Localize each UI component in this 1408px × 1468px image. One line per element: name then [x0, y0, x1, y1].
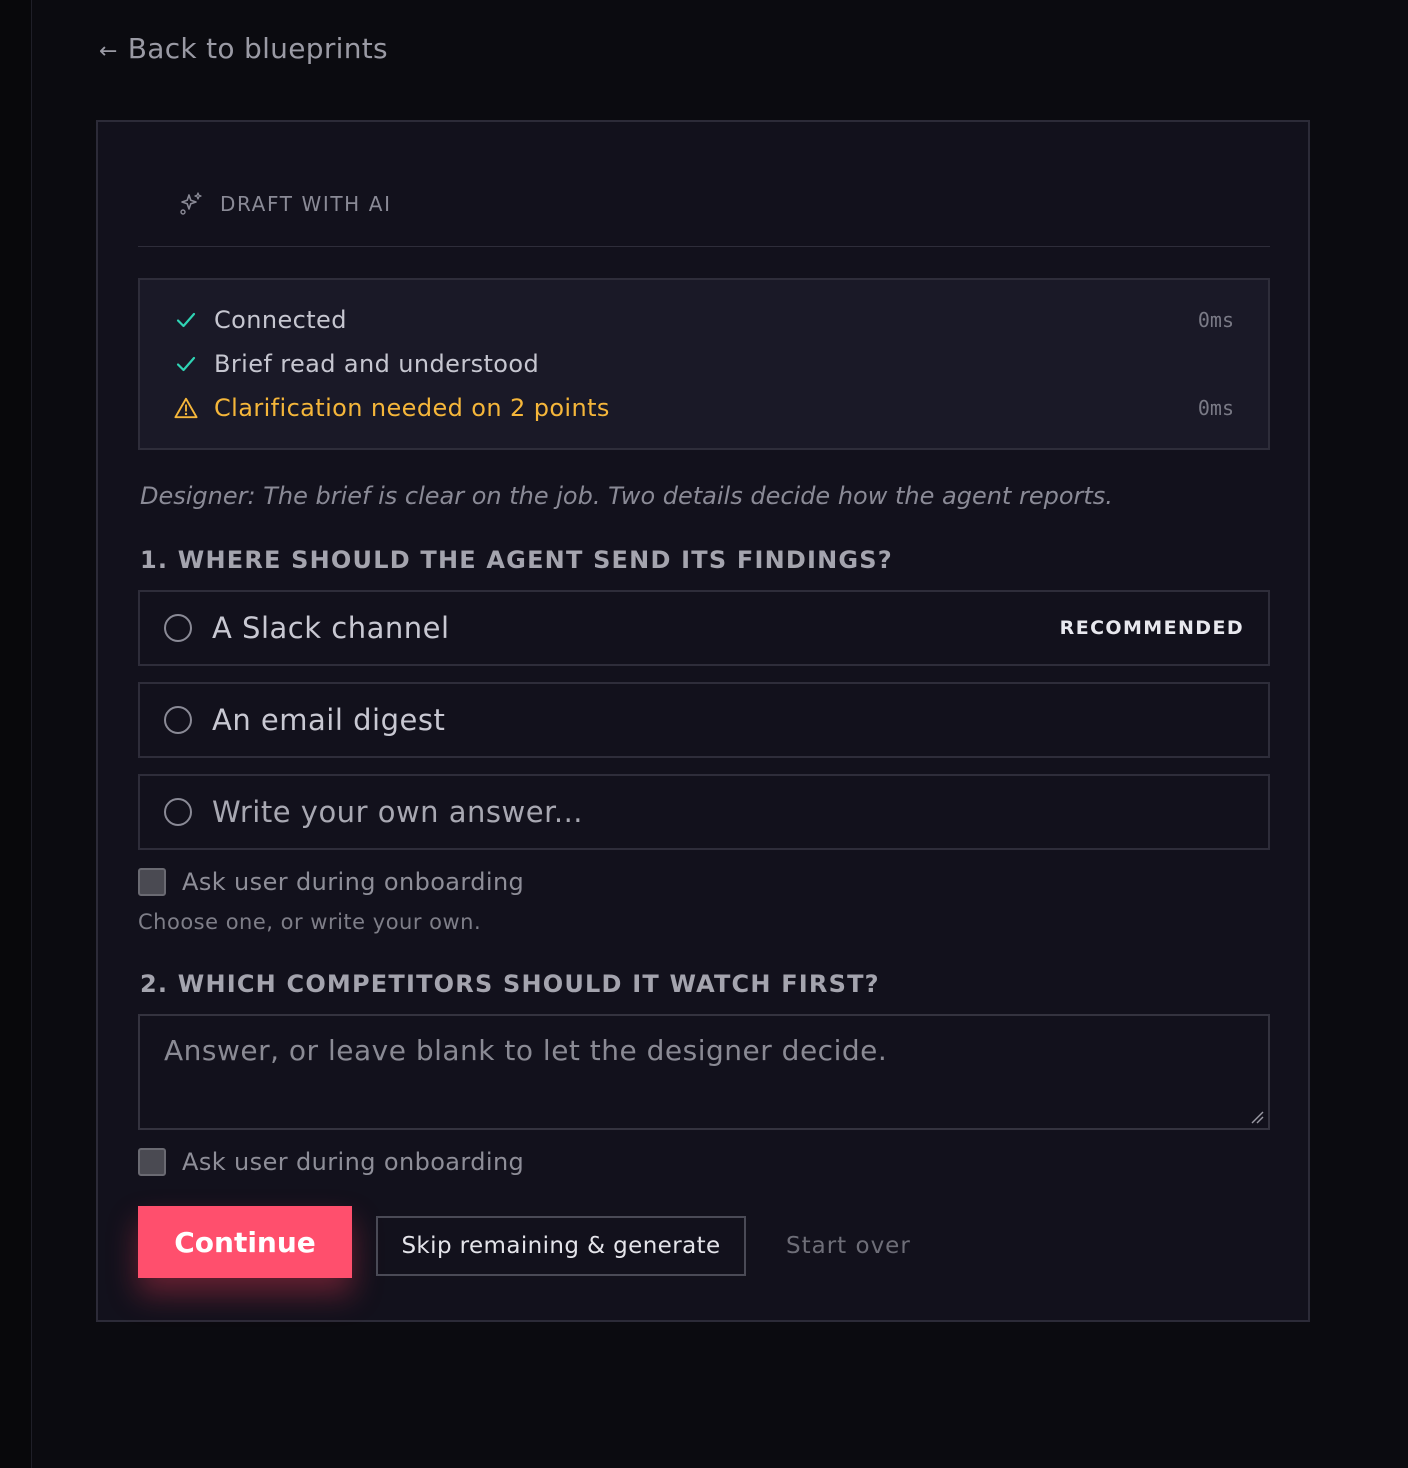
status-item-brief-read: Brief read and understood	[174, 348, 1234, 380]
status-item-clarification: Clarification needed on 2 points 0ms	[174, 392, 1234, 424]
ask-user-onboarding-checkbox-2[interactable]: Ask user during onboarding	[138, 1148, 524, 1176]
question-1-hint: Choose one, or write your own.	[138, 910, 482, 934]
back-to-blueprints-link[interactable]: ← Back to blueprints	[99, 32, 388, 65]
option-write-own[interactable]: Write your own answer...	[138, 774, 1270, 850]
left-rail	[0, 0, 32, 1468]
textarea-placeholder: Answer, or leave blank to let the design…	[164, 1034, 888, 1067]
status-log: Connected 0ms Brief read and understood …	[138, 278, 1270, 450]
status-item-connected: Connected 0ms	[174, 304, 1234, 336]
competitors-answer-textarea[interactable]: Answer, or leave blank to let the design…	[138, 1014, 1270, 1130]
option-label: A Slack channel	[212, 611, 450, 645]
question-1-title: 1. WHERE SHOULD THE AGENT SEND ITS FINDI…	[140, 546, 893, 574]
ask-user-onboarding-checkbox-1[interactable]: Ask user during onboarding	[138, 868, 524, 896]
continue-button[interactable]: Continue	[138, 1206, 352, 1278]
option-label: An email digest	[212, 703, 446, 737]
panel-header: DRAFT WITH AI	[138, 188, 1270, 247]
status-time: 0ms	[1197, 308, 1234, 332]
back-link-label: Back to blueprints	[127, 32, 388, 65]
radio-button[interactable]	[164, 798, 192, 826]
option-slack-channel[interactable]: A Slack channel RECOMMENDED	[138, 590, 1270, 666]
checkbox[interactable]	[138, 868, 166, 896]
status-time: 0ms	[1197, 396, 1234, 420]
option-label: Write your own answer...	[212, 795, 584, 829]
panel-title: DRAFT WITH AI	[220, 192, 392, 216]
skip-remaining-generate-button[interactable]: Skip remaining & generate	[376, 1216, 746, 1276]
question-2-title: 2. WHICH COMPETITORS SHOULD IT WATCH FIR…	[140, 970, 880, 998]
back-arrow-icon: ←	[99, 39, 118, 64]
start-over-link[interactable]: Start over	[786, 1216, 911, 1276]
check-icon	[174, 352, 198, 376]
sparkles-icon	[180, 192, 202, 215]
status-label: Connected	[214, 306, 347, 334]
check-icon	[174, 308, 198, 332]
recommended-badge: RECOMMENDED	[1059, 617, 1244, 639]
radio-button[interactable]	[164, 706, 192, 734]
resize-grip-icon[interactable]	[1250, 1110, 1264, 1124]
checkbox[interactable]	[138, 1148, 166, 1176]
draft-with-ai-panel: DRAFT WITH AI Connected 0ms Brief read a…	[96, 120, 1310, 1322]
warning-icon	[174, 396, 198, 420]
status-label: Brief read and understood	[214, 350, 540, 378]
designer-note: Designer: The brief is clear on the job.…	[140, 482, 1113, 510]
status-label: Clarification needed on 2 points	[214, 394, 610, 422]
checkbox-label: Ask user during onboarding	[182, 868, 525, 896]
option-email-digest[interactable]: An email digest	[138, 682, 1270, 758]
radio-button[interactable]	[164, 614, 192, 642]
checkbox-label: Ask user during onboarding	[182, 1148, 525, 1176]
